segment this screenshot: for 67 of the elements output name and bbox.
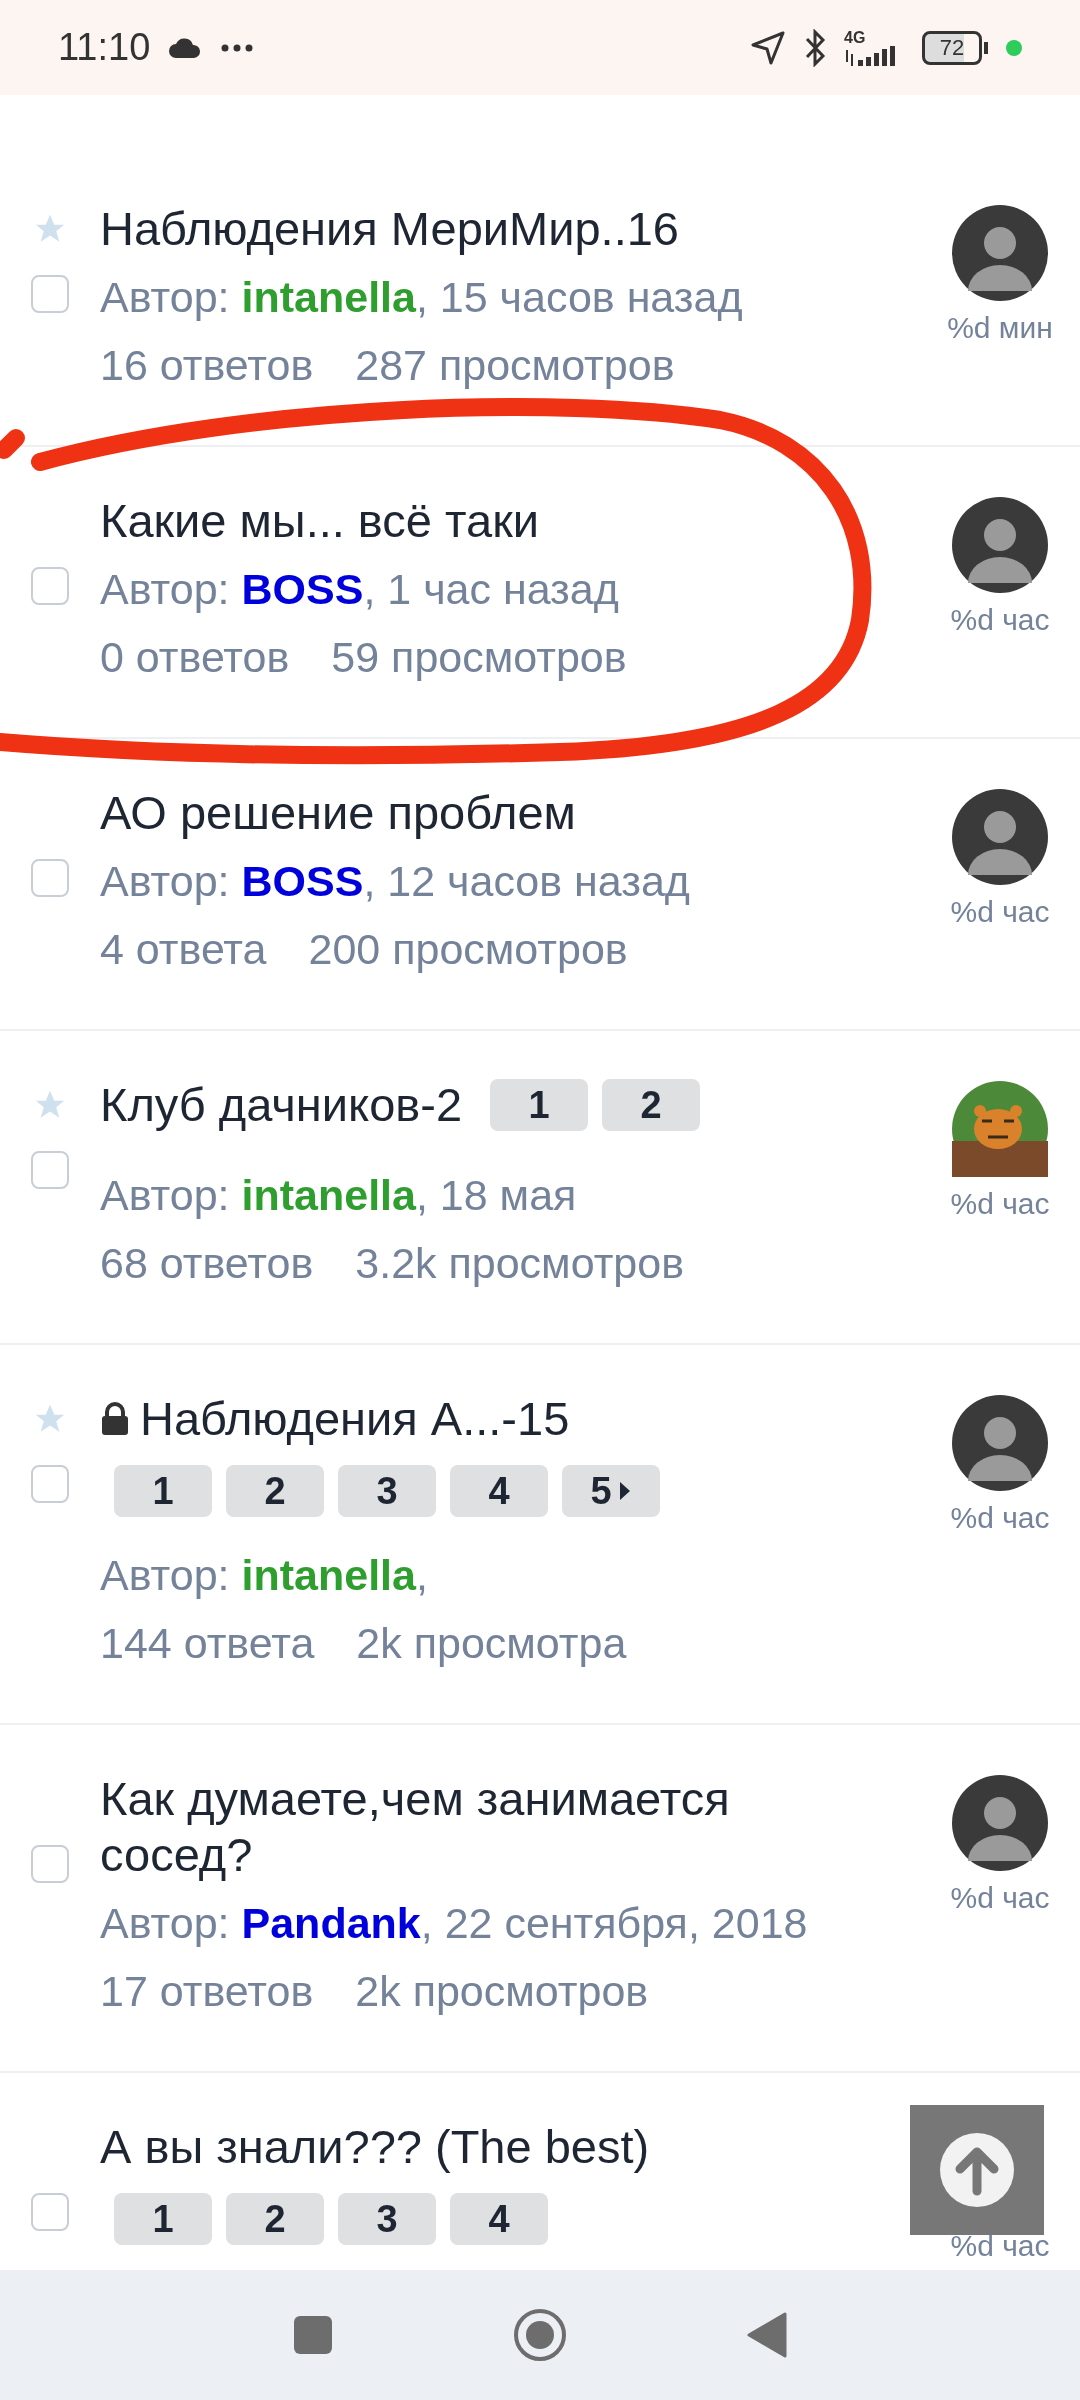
arrow-up-icon <box>940 2133 1014 2207</box>
reply-count: 0 ответов <box>100 632 290 683</box>
author-line: Автор: intanella, 18 мая <box>100 1170 578 1221</box>
checkbox[interactable] <box>31 567 69 605</box>
avatar-icon <box>952 497 1048 593</box>
last-post-time: %d час <box>950 1881 1050 1915</box>
last-post-time: %d час <box>950 895 1050 929</box>
topic-title[interactable]: Какие мы... всё таки <box>100 493 539 549</box>
checkbox[interactable] <box>31 2193 69 2231</box>
reply-count: 17 ответов <box>100 1966 314 2017</box>
last-post-time: %d мин <box>947 311 1053 345</box>
page-button[interactable]: 4 <box>450 1465 548 1517</box>
page-button[interactable]: 2 <box>226 2193 324 2245</box>
reply-count: 4 ответа <box>100 924 267 975</box>
avatar-icon <box>952 1395 1048 1491</box>
scroll-to-top-button[interactable] <box>910 2105 1044 2235</box>
avatar-icon <box>952 1775 1048 1871</box>
reply-count: 16 ответов <box>100 340 314 391</box>
last-post-time: %d час <box>950 1501 1050 1535</box>
reply-count: 68 ответов <box>100 1238 314 1289</box>
reply-count: 144 ответа <box>100 1618 315 1669</box>
page-button[interactable]: 2 <box>602 1079 701 1131</box>
topic-title[interactable]: Наблюдения МериМир..16 <box>100 201 679 257</box>
clock-time: 11:10 <box>58 26 151 69</box>
page-button[interactable]: 1 <box>490 1079 589 1131</box>
author-line: Автор: intanella, 15 часов назад <box>100 272 744 323</box>
page-button[interactable]: 3 <box>338 2193 436 2245</box>
avatar-icon <box>952 789 1048 885</box>
bluetooth-icon <box>804 28 826 67</box>
view-count: 3.2k просмотров <box>355 1238 684 1289</box>
status-dot <box>1006 39 1022 56</box>
checkbox[interactable] <box>31 859 69 897</box>
network-type: 4G <box>844 29 866 46</box>
page-button[interactable]: 1 <box>114 1465 212 1517</box>
last-post-time: %d час <box>950 603 1050 637</box>
checkbox[interactable] <box>31 1845 69 1883</box>
topic-title[interactable]: А вы знали??? (The best) <box>100 2119 650 2175</box>
view-count: 59 просмотров <box>331 632 627 683</box>
page-button[interactable]: 1 <box>114 2193 212 2245</box>
topic-title[interactable]: Клуб дачников-2 <box>100 1077 463 1133</box>
last-post-time: %d час <box>950 1187 1050 1221</box>
author-line: Автор: BOSS, 12 часов назад <box>100 856 691 907</box>
view-count: 200 просмотров <box>308 924 628 975</box>
topic-title[interactable]: АО решение проблем <box>100 785 576 841</box>
page-button[interactable]: 4 <box>450 2193 548 2245</box>
view-count: 2k просмотра <box>356 1618 627 1669</box>
location-icon <box>750 29 786 66</box>
author-line: Автор: intanella, <box>100 1550 429 1601</box>
author-line: Автор: Pandank, 22 сентября, 2018 <box>100 1898 809 1949</box>
page-button[interactable]: 5 <box>562 1465 660 1517</box>
topic-title[interactable]: Как думаете,чем занимается сосед? <box>100 1771 860 1883</box>
author-line: Автор: BOSS, 1 час назад <box>100 564 620 615</box>
checkbox[interactable] <box>31 1465 69 1503</box>
checkbox[interactable] <box>31 1151 69 1189</box>
page-button[interactable]: 2 <box>226 1465 324 1517</box>
recent-apps-icon[interactable] <box>293 2315 333 2355</box>
more-icon <box>220 42 255 53</box>
avatar-icon <box>952 205 1048 301</box>
view-count: 2k просмотров <box>355 1966 649 2017</box>
checkbox[interactable] <box>31 275 69 313</box>
topic-title[interactable]: Наблюдения А...-15 <box>140 1391 570 1447</box>
last-post-time: %d час <box>950 2229 1050 2263</box>
cloud-icon <box>168 35 203 60</box>
back-icon[interactable] <box>747 2312 787 2358</box>
view-count: 287 просмотров <box>355 340 675 391</box>
home-icon[interactable] <box>513 2308 567 2362</box>
page-button[interactable]: 3 <box>338 1465 436 1517</box>
